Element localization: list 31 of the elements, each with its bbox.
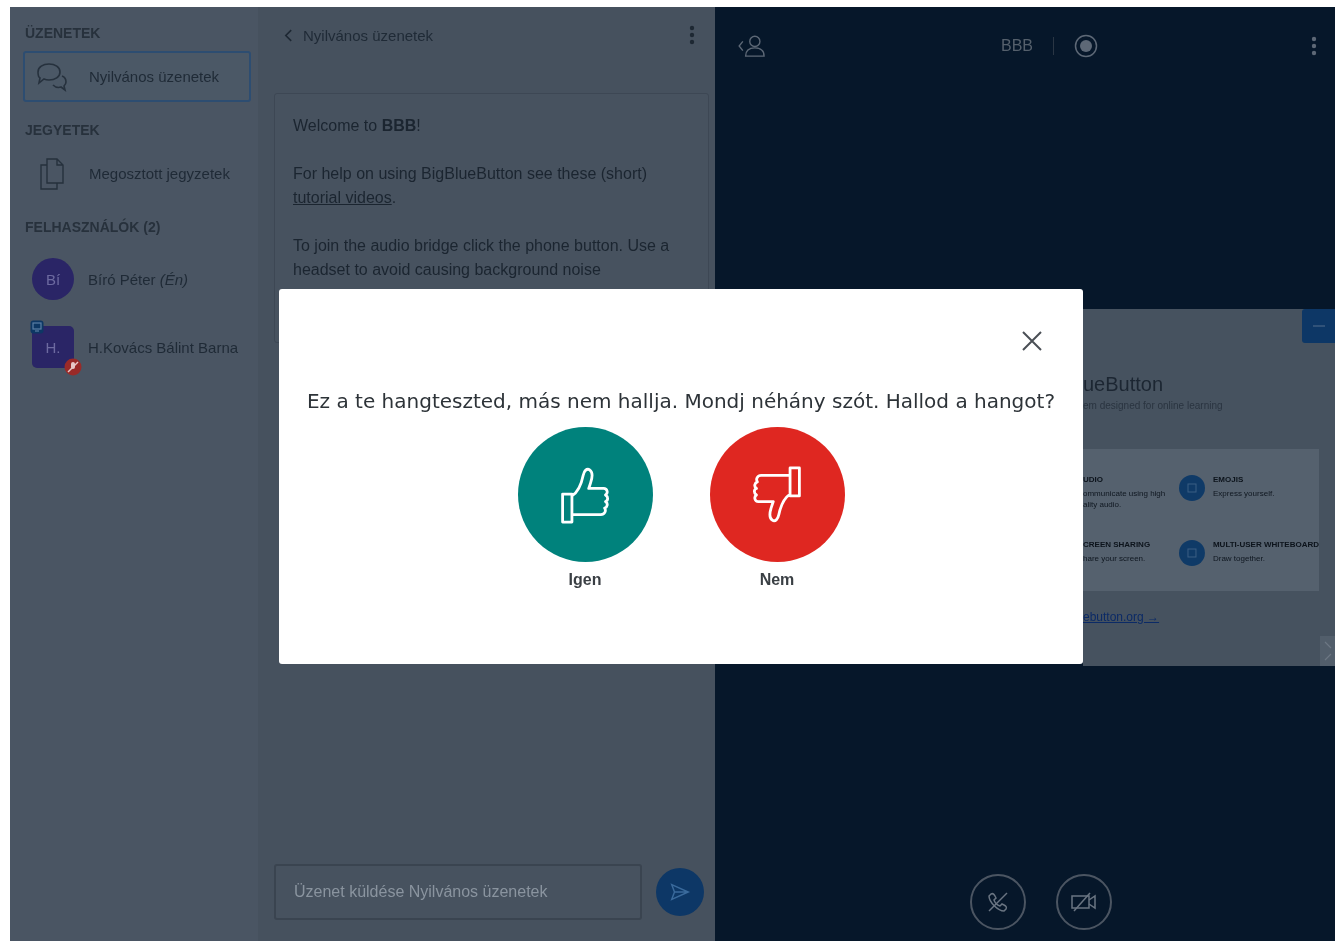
feature-title: EMOJIS <box>1213 474 1245 484</box>
feature-description: Draw together. <box>1212 552 1266 564</box>
feature-icon <box>1179 474 1205 501</box>
fullscreen-icon <box>1322 640 1333 662</box>
answer-label: Nem <box>759 571 795 589</box>
send-button[interactable] <box>656 868 704 916</box>
user-avatar: Bí <box>32 258 74 300</box>
chat-icon <box>35 61 69 92</box>
chevron-left-icon <box>284 28 293 42</box>
more-options-icon[interactable] <box>1311 36 1317 56</box>
video-button[interactable] <box>1056 874 1112 930</box>
feature-description: Express yourself. <box>1213 487 1275 499</box>
website-link[interactable]: ebutton.org → <box>1083 610 1160 624</box>
more-options-icon[interactable] <box>689 25 695 45</box>
feature-title: CREEN SHARING <box>1083 539 1151 549</box>
answer-label: Igen <box>568 571 602 589</box>
audio-button[interactable] <box>970 874 1026 930</box>
feature-title: UDIO <box>1083 474 1104 484</box>
feature-description: ality audio. <box>1083 498 1123 510</box>
meeting-title: BBB <box>1001 37 1033 55</box>
minus-icon <box>1312 324 1325 328</box>
close-icon[interactable] <box>1021 330 1043 352</box>
feature-title: MULTI-USER WHITEBOARD <box>1212 539 1319 549</box>
phone-off-icon <box>985 889 1011 915</box>
message-input[interactable]: Üzenet küldése Nyilvános üzenetek <box>274 864 642 920</box>
dialog-question: Ez a te hangteszted, más nem hallja. Mondj néhány szót. Hallod a hangot? <box>307 389 1055 413</box>
feature-icon <box>1179 539 1205 566</box>
feature-description: hare your screen. <box>1083 552 1147 564</box>
record-icon[interactable] <box>1074 34 1098 58</box>
send-icon <box>669 881 691 903</box>
camera-off-icon <box>1070 890 1098 914</box>
